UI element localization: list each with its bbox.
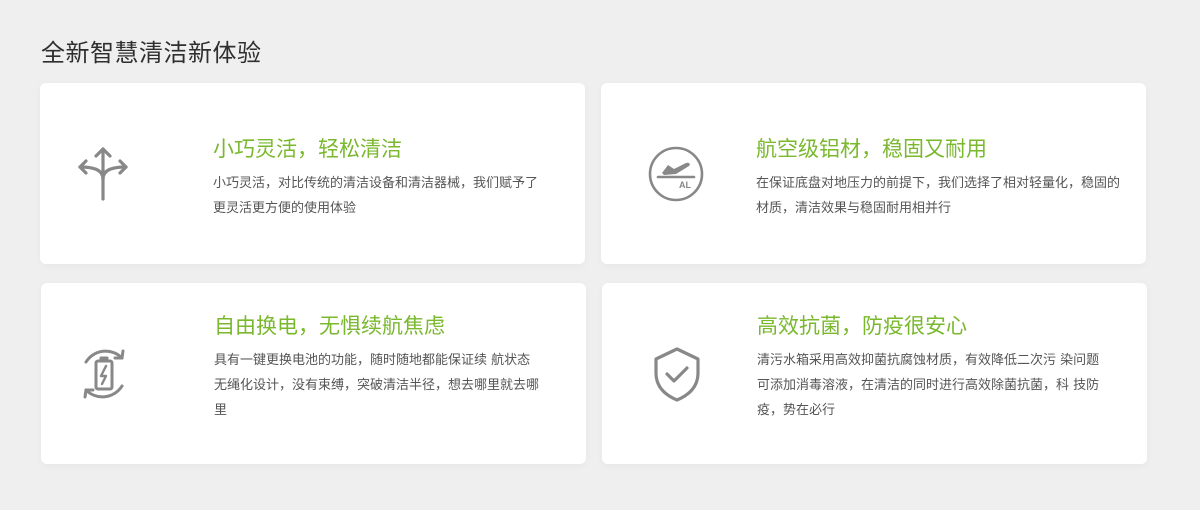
feature-card-flexible: 小巧灵活，轻松清洁 小巧灵活，对比传统的清洁设备和清洁器械，我们赋予了更灵活更方… xyxy=(40,83,585,264)
feature-text: 航空级铝材，稳固又耐用 在保证底盘对地压力的前提下，我们选择了相对轻量化，稳固的… xyxy=(756,135,1121,221)
feature-title: 自由换电，无惧续航焦虑 xyxy=(214,314,445,338)
feature-title: 高效抗菌，防疫很安心 xyxy=(757,314,967,338)
airplane-al-icon: AL xyxy=(641,139,711,209)
feature-text: 小巧灵活，轻松清洁 小巧灵活，对比传统的清洁设备和清洁器械，我们赋予了更灵活更方… xyxy=(213,135,548,221)
svg-text:AL: AL xyxy=(679,180,691,190)
feature-title: 航空级铝材，稳固又耐用 xyxy=(756,137,987,161)
feature-description-line-1: 清污水箱采用高效抑菌抗腐蚀材质，有效降低二次污 染问题 xyxy=(757,353,1100,368)
feature-card-antibacterial: 高效抗菌，防疫很安心 清污水箱采用高效抑菌抗腐蚀材质，有效降低二次污 染问题 可… xyxy=(602,283,1147,464)
feature-text: 高效抗菌，防疫很安心 清污水箱采用高效抑菌抗腐蚀材质，有效降低二次污 染问题 可… xyxy=(757,312,1122,423)
feature-card-battery: 自由换电，无惧续航焦虑 具有一键更换电池的功能，随时随地都能保证续 航状态 无绳… xyxy=(41,283,586,464)
feature-text: 自由换电，无惧续航焦虑 具有一键更换电池的功能，随时随地都能保证续 航状态 无绳… xyxy=(214,312,549,423)
shield-check-icon xyxy=(642,339,712,409)
feature-card-aluminum: AL 航空级铝材，稳固又耐用 在保证底盘对地压力的前提下，我们选择了相对轻量化，… xyxy=(601,83,1146,264)
feature-description-line-2: 可添加消毒溶液，在清洁的同时进行高效除菌抗菌，科 技防疫，势在必行 xyxy=(757,378,1100,418)
feature-description: 小巧灵活，对比传统的清洁设备和清洁器械，我们赋予了更灵活更方便的使用体验 xyxy=(213,176,539,216)
direction-arrows-icon xyxy=(68,139,138,209)
feature-description: 在保证底盘对地压力的前提下，我们选择了相对轻量化，稳固的材质，清洁效果与稳固耐用… xyxy=(756,176,1121,216)
battery-swap-icon xyxy=(69,339,139,409)
feature-section: 全新智慧清洁新体验 小巧灵活，轻松清洁 小巧灵活，对比传统的清洁设备和清洁器械，… xyxy=(0,0,1200,510)
feature-title: 小巧灵活，轻松清洁 xyxy=(213,137,402,161)
section-title: 全新智慧清洁新体验 xyxy=(41,39,262,67)
feature-description-line-1: 具有一键更换电池的功能，随时随地都能保证续 航状态 xyxy=(214,353,531,368)
feature-description-line-2: 无绳化设计，没有束缚，突破清洁半径，想去哪里就去哪里 xyxy=(214,378,540,418)
